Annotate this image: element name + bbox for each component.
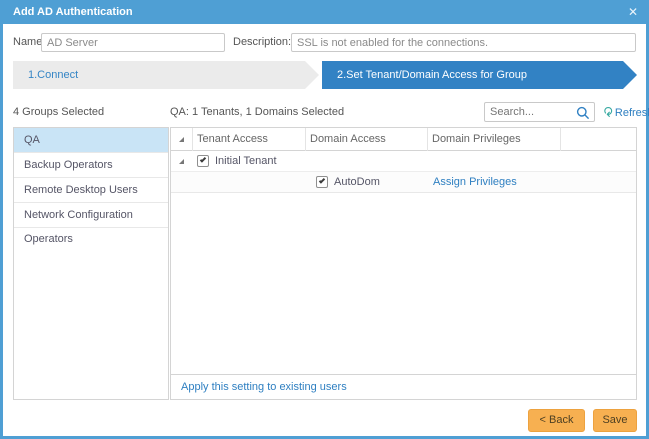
row-expander-icon[interactable] — [179, 159, 184, 164]
search-box[interactable] — [484, 102, 595, 122]
autodom-checkbox[interactable] — [316, 176, 328, 188]
description-input[interactable] — [291, 33, 636, 52]
apply-to-existing-users-link[interactable]: Apply this setting to existing users — [181, 381, 347, 393]
dialog-header: Add AD Authentication ✕ — [0, 0, 649, 24]
domain-name: AutoDom — [334, 172, 380, 192]
dialog-title: Add AD Authentication — [13, 0, 133, 24]
wizard-step-tenant-domain-access[interactable]: 2.Set Tenant/Domain Access for Group — [322, 61, 637, 89]
description-label: Description: — [233, 33, 291, 52]
refresh-label: Refresh — [615, 107, 649, 119]
close-icon[interactable]: ✕ — [625, 0, 641, 24]
group-list: QA Backup Operators Remote Desktop Users… — [13, 127, 169, 400]
table-row-autodom: AutoDom Assign Privileges — [171, 172, 636, 193]
tenant-name: Initial Tenant — [215, 151, 277, 171]
add-ad-authentication-dialog: Add AD Authentication ✕ Name: Descriptio… — [0, 0, 649, 439]
save-button[interactable]: Save — [593, 409, 637, 432]
group-item-qa[interactable]: QA — [14, 128, 168, 153]
groups-selected-summary: 4 Groups Selected — [13, 106, 104, 118]
assign-privileges-link[interactable]: Assign Privileges — [433, 172, 517, 192]
refresh-button[interactable]: ⟳Refresh — [602, 104, 649, 120]
group-item-remote-desktop-users[interactable]: Remote Desktop Users — [14, 178, 168, 203]
grid-header: Tenant Access Domain Access Domain Privi… — [171, 128, 636, 151]
search-icon[interactable] — [576, 106, 590, 120]
table-row-initial-tenant: Initial Tenant — [171, 151, 636, 172]
collapse-all-icon[interactable] — [179, 137, 184, 142]
check-icon — [200, 156, 206, 162]
grid-footer: Apply this setting to existing users — [171, 374, 636, 399]
search-input[interactable] — [490, 103, 575, 121]
tenant-domain-selection-summary: QA: 1 Tenants, 1 Domains Selected — [170, 106, 344, 118]
back-button[interactable]: < Back — [528, 409, 585, 432]
initial-tenant-checkbox[interactable] — [197, 155, 209, 167]
collapse-all-column[interactable] — [171, 128, 193, 151]
group-item-network-configuration-operators[interactable]: Network Configuration Operators — [14, 203, 168, 228]
check-icon — [319, 177, 325, 183]
refresh-icon: ⟳ — [599, 107, 615, 118]
column-header-domain-privileges[interactable]: Domain Privileges — [428, 128, 561, 151]
column-header-domain-access[interactable]: Domain Access — [306, 128, 428, 151]
wizard-step-connect[interactable]: 1.Connect — [13, 61, 319, 89]
column-header-tenant-access[interactable]: Tenant Access — [193, 128, 306, 151]
group-item-backup-operators[interactable]: Backup Operators — [14, 153, 168, 178]
tenant-domain-access-grid: Tenant Access Domain Access Domain Privi… — [170, 127, 637, 400]
column-header-filler — [561, 128, 636, 151]
name-input[interactable] — [41, 33, 225, 52]
dialog-body: Name: Description: 1.Connect 2.Set Tenan… — [3, 24, 646, 436]
